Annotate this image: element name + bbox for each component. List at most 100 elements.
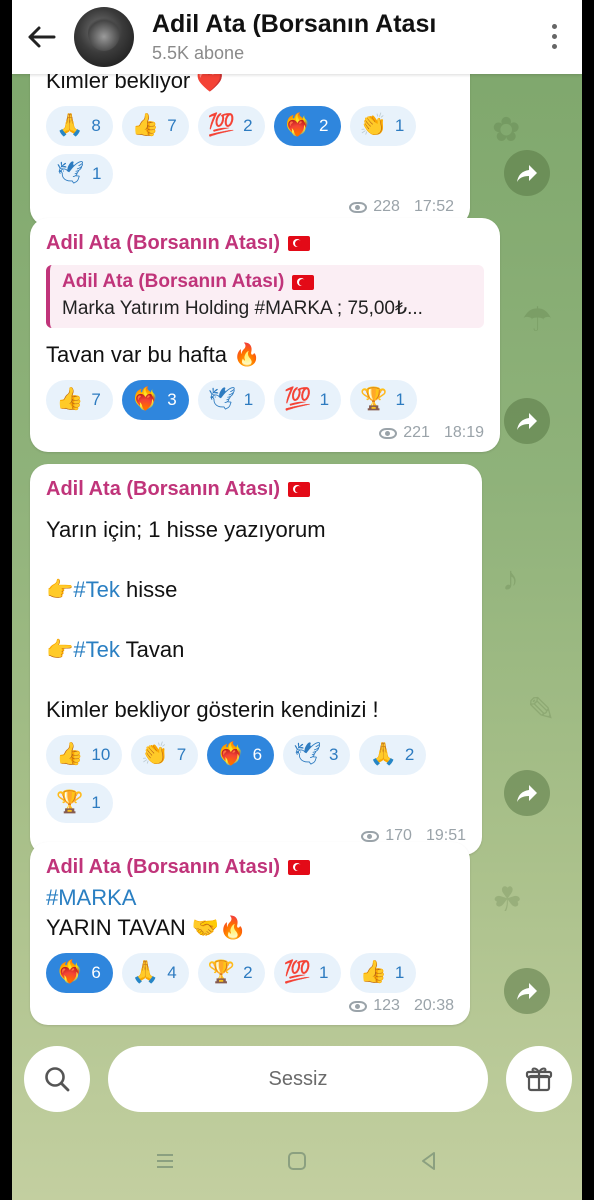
gift-icon [525, 1067, 553, 1092]
share-button[interactable] [504, 398, 550, 444]
channel-avatar[interactable] [74, 7, 134, 67]
share-button[interactable] [504, 150, 550, 196]
trophy-icon: 🏆 [207, 960, 236, 985]
reaction-heart-fire[interactable]: ❤️‍🔥 3 [121, 380, 189, 420]
eye-icon [361, 830, 380, 842]
reaction-count: 1 [319, 390, 330, 409]
reaction-thumbs-up[interactable]: 👍 10 [46, 735, 123, 775]
reaction-count: 7 [167, 116, 177, 135]
reaction-count: 1 [91, 793, 101, 812]
dot-icon [551, 33, 557, 39]
message-text: YARIN TAVAN 🤝🔥 [46, 915, 247, 940]
reaction-trophy[interactable]: 🏆 2 [197, 953, 265, 993]
eye-icon [349, 1000, 368, 1012]
clap-icon: 👏 [359, 113, 387, 138]
reaction-count: 2 [243, 116, 253, 135]
reaction-thumbs-up[interactable]: 👍 7 [46, 380, 113, 420]
share-arrow-icon [517, 785, 537, 802]
message-bubble[interactable]: Adil Ata (Borsanın Atası) Adil Ata (Bors… [30, 218, 500, 452]
message-line: 👉#Tek hisse [46, 575, 466, 605]
reaction-dove[interactable]: 🕊 1 [46, 154, 114, 194]
reply-sender: Adil Ata (Borsanın Atası) [62, 271, 474, 293]
reaction-pray[interactable]: 🙏 8 [46, 106, 113, 146]
reaction-thumbs-up[interactable]: 👍 7 [121, 106, 189, 146]
reaction-count: 8 [91, 116, 101, 135]
system-nav-bar [12, 1122, 582, 1200]
sender-name: Adil Ata (Borsanın Atası) [46, 856, 454, 879]
reaction-count: 1 [319, 963, 329, 982]
thumbs-up-icon: 👍 [56, 387, 84, 412]
reaction-dove[interactable]: 🕊 3 [283, 735, 351, 775]
share-arrow-icon [517, 165, 537, 182]
pointing-right-icon: 👉 [46, 578, 74, 603]
reaction-count: 7 [91, 390, 101, 409]
trophy-icon: 🏆 [360, 387, 388, 412]
turkey-flag-icon [288, 860, 311, 875]
reaction-thumbs-up[interactable]: 👍 1 [349, 953, 417, 993]
reaction-heart-fire[interactable]: ❤️‍🔥 6 [46, 953, 113, 993]
hashtag-link[interactable]: #Tek [73, 637, 119, 662]
pray-icon: 🙏 [56, 113, 84, 138]
turkey-flag-icon [292, 274, 315, 290]
reaction-count: 1 [394, 116, 405, 135]
chat-header: Adil Ata (Borsanın Atası 5.5K abone [12, 0, 582, 74]
chat-screen: ✿ ☂ ♪ ✎ ☘ Adil Ata (Borsanın Atası 5.5K … [12, 0, 582, 1200]
reaction-hundred[interactable]: 💯 1 [274, 380, 342, 420]
back-nav-icon[interactable] [418, 1150, 440, 1172]
background-doodle: ☂ [522, 301, 553, 339]
back-button[interactable] [12, 0, 70, 74]
reaction-clap[interactable]: 👏 7 [131, 735, 199, 775]
hashtag-link[interactable]: #MARKA [46, 883, 454, 913]
message-bubble[interactable]: Adil Ata (Borsanın Atası) #MARKA YARIN T… [30, 842, 470, 1025]
reaction-count: 3 [329, 745, 339, 764]
message-bubble[interactable]: Adil Ata (Borsanın Atası) Yarın için; 1 … [30, 464, 482, 855]
reaction-trophy[interactable]: 🏆 1 [350, 380, 417, 420]
heart-on-fire-icon: ❤️‍🔥 [131, 387, 160, 412]
reaction-dove[interactable]: 🕊 1 [197, 380, 266, 420]
hundred-icon: 💯 [207, 113, 236, 138]
message-line: Yarın için; 1 hisse yazıyorum [46, 517, 326, 542]
thumbs-up-icon: 👍 [56, 742, 84, 767]
reaction-pray[interactable]: 🙏 2 [359, 735, 427, 775]
share-button[interactable] [504, 770, 550, 816]
reaction-hundred[interactable]: 💯 2 [197, 106, 265, 146]
share-button[interactable] [504, 968, 550, 1014]
reaction-heart-fire[interactable]: ❤️‍🔥 6 [207, 735, 275, 775]
reactions-bar: 👍 10 👏 7 ❤️‍🔥 6 🕊 3 🙏 2 🏆 1 [46, 735, 466, 823]
reaction-count: 4 [167, 963, 177, 982]
message-meta: 228 17:52 [46, 198, 454, 216]
trophy-icon: 🏆 [56, 790, 84, 815]
pray-icon: 🙏 [131, 960, 160, 985]
channel-title: Adil Ata (Borsanın Atası [152, 10, 437, 38]
sender-label: Adil Ata (Borsanın Atası) [46, 856, 281, 878]
message-line: 👉#Tek Tavan [46, 635, 466, 665]
reaction-heart-fire[interactable]: ❤️‍🔥 2 [273, 106, 341, 146]
search-button[interactable] [24, 1046, 90, 1112]
gift-button[interactable] [506, 1046, 572, 1112]
dot-icon [551, 23, 557, 29]
view-count: 221 [403, 424, 430, 441]
reaction-trophy[interactable]: 🏆 1 [46, 783, 113, 823]
share-arrow-icon [517, 413, 537, 430]
reaction-hundred[interactable]: 💯 1 [273, 953, 341, 993]
search-icon [45, 1067, 70, 1092]
message-time: 18:19 [443, 424, 484, 441]
thumbs-up-icon: 👍 [359, 960, 387, 985]
clap-icon: 👏 [141, 742, 169, 767]
recent-apps-icon[interactable] [154, 1150, 176, 1172]
hashtag-link[interactable]: #Tek [73, 577, 119, 602]
reaction-count: 1 [243, 390, 254, 409]
reactions-bar: ❤️‍🔥 6 🙏 4 🏆 2 💯 1 👍 1 [46, 953, 454, 993]
reaction-pray[interactable]: 🙏 4 [121, 953, 189, 993]
view-count: 123 [373, 997, 400, 1014]
more-menu-button[interactable] [542, 14, 566, 58]
mute-button[interactable]: Sessiz [108, 1046, 488, 1112]
hundred-icon: 💯 [283, 960, 312, 985]
reaction-count: 6 [91, 963, 101, 982]
sender-name: Adil Ata (Borsanın Atası) [46, 232, 484, 255]
channel-info[interactable]: Adil Ata (Borsanın Atası 5.5K abone [152, 10, 472, 64]
message-line: Kimler bekliyor gösterin kendinizi ! [46, 697, 379, 722]
reply-quote[interactable]: Adil Ata (Borsanın Atası) Marka Yatırım … [46, 265, 484, 328]
home-icon[interactable] [286, 1150, 308, 1172]
reaction-clap[interactable]: 👏 1 [349, 106, 417, 146]
